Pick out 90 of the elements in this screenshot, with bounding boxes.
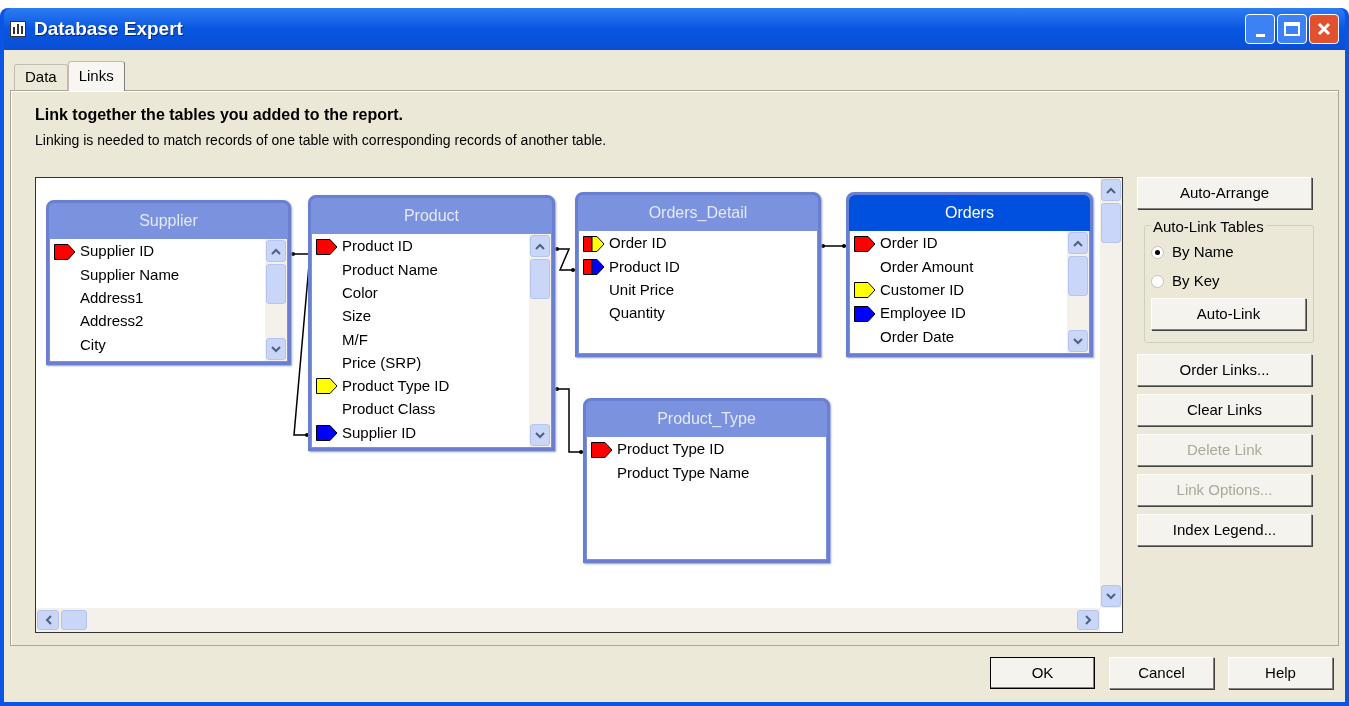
table-card[interactable]: Orders Order ID Order Amount Customer ID Employee ID Order Date — [846, 192, 1093, 357]
dialog-button[interactable]: Help — [1228, 657, 1333, 689]
key-icon — [854, 235, 876, 252]
link-line[interactable] — [291, 251, 310, 438]
key-icon — [854, 305, 876, 322]
field-row[interactable]: City — [54, 333, 265, 357]
table-title: Orders — [849, 195, 1090, 231]
link-line[interactable] — [821, 243, 846, 249]
scroll-thumb[interactable] — [1068, 256, 1088, 296]
link-line[interactable] — [555, 386, 583, 455]
scroll-down-icon[interactable] — [1068, 330, 1088, 352]
key-icon — [583, 235, 605, 252]
key-icon — [54, 243, 76, 260]
scroll-left-icon[interactable] — [37, 610, 59, 630]
field-row[interactable]: Unit Price — [583, 278, 817, 302]
field-row[interactable]: Order ID — [583, 232, 817, 256]
key-icon — [591, 441, 613, 458]
table-title: Product_Type — [586, 401, 827, 437]
tab[interactable]: Data — [14, 64, 68, 90]
key-icon — [316, 238, 338, 255]
tab[interactable]: Links — [67, 61, 125, 91]
dialog-button[interactable]: OK — [990, 657, 1095, 689]
radio-button[interactable] — [1151, 275, 1164, 288]
field-row[interactable]: Employee ID — [854, 301, 1067, 326]
field-row[interactable]: Address2 — [54, 309, 265, 334]
table-card[interactable]: Orders_Detail Order ID Product ID Unit Price Quantity — [575, 192, 821, 357]
close-icon[interactable] — [1309, 14, 1339, 44]
field-row[interactable]: Price (SRP) — [316, 351, 529, 375]
table-title: Product — [311, 198, 552, 234]
field-row[interactable]: Customer ID — [854, 278, 1067, 302]
table-card[interactable]: Supplier Supplier ID Supplier Name Address1 Address2 City — [46, 200, 291, 365]
field-row[interactable]: Product ID — [583, 255, 817, 279]
field-row[interactable]: Supplier ID — [316, 421, 529, 445]
table-scrollbar[interactable] — [1067, 231, 1089, 353]
field-row[interactable]: Supplier ID — [54, 240, 265, 264]
scroll-up-icon[interactable] — [1068, 232, 1088, 254]
field-row[interactable]: Product Type ID — [316, 374, 529, 399]
scroll-down-icon[interactable] — [266, 338, 286, 360]
table-title: Supplier — [49, 203, 288, 239]
key-icon — [316, 378, 338, 395]
field-row[interactable]: Product Class — [316, 398, 529, 422]
dialog-button[interactable]: Clear Links — [1137, 394, 1312, 426]
minimize-icon[interactable] — [1245, 14, 1275, 44]
window-title: Database Expert — [34, 16, 183, 41]
description-text: Linking is needed to match records of one table with corresponding records of another table. — [35, 131, 608, 150]
scroll-thumb[interactable] — [266, 264, 286, 304]
table-card[interactable]: Product_Type Product Type ID Product Type Name — [583, 398, 830, 563]
field-row[interactable]: Size — [316, 304, 529, 329]
canvas-hscrollbar[interactable] — [36, 608, 1100, 632]
field-row[interactable]: Product Type ID — [591, 438, 826, 462]
table-scrollbar[interactable] — [265, 239, 287, 361]
field-row[interactable]: Order ID — [854, 232, 1067, 256]
field-row[interactable]: Color — [316, 281, 529, 305]
dialog-button[interactable]: Auto-Link — [1151, 298, 1306, 330]
table-scrollbar[interactable] — [529, 234, 551, 447]
field-row[interactable]: Product ID — [316, 235, 529, 259]
scroll-thumb[interactable] — [530, 259, 550, 299]
field-row[interactable]: Order Amount — [854, 255, 1067, 279]
key-icon — [316, 425, 338, 441]
key-icon — [854, 282, 876, 299]
scroll-thumb[interactable] — [61, 610, 87, 630]
heading-text: Link together the tables you added to the report. — [35, 105, 405, 125]
field-row[interactable]: Product Type Name — [591, 461, 826, 485]
link-line[interactable] — [555, 246, 575, 273]
radio-label[interactable]: By Key — [1172, 270, 1220, 293]
scroll-up-icon[interactable] — [1101, 179, 1121, 201]
field-row[interactable]: Order Date — [854, 325, 1067, 349]
table-card[interactable]: Product Product ID Product Name Color Size M/F Price (SRP) Product Type ID Product Class Supplier ID — [308, 195, 555, 451]
field-row[interactable]: Quantity — [583, 301, 817, 326]
scroll-down-icon[interactable] — [1101, 585, 1121, 607]
scroll-right-icon[interactable] — [1077, 610, 1099, 630]
key-icon — [583, 258, 605, 275]
field-row[interactable]: Product Name — [316, 258, 529, 282]
dialog-button[interactable]: Index Legend... — [1137, 514, 1312, 546]
table-title: Orders_Detail — [578, 195, 818, 231]
app-icon — [10, 21, 26, 37]
radio-button[interactable] — [1151, 246, 1164, 259]
dialog-button[interactable]: Order Links... — [1137, 354, 1312, 386]
maximize-icon[interactable] — [1277, 14, 1307, 44]
scroll-up-icon[interactable] — [266, 240, 286, 262]
scroll-thumb[interactable] — [1101, 203, 1121, 243]
scroll-up-icon[interactable] — [530, 235, 550, 257]
scroll-down-icon[interactable] — [530, 424, 550, 446]
canvas-scrollbar[interactable] — [1100, 178, 1122, 608]
dialog-button[interactable]: Auto-Arrange — [1137, 177, 1312, 209]
dialog-button[interactable]: Cancel — [1109, 657, 1214, 689]
field-row[interactable]: Supplier Name — [54, 263, 265, 287]
radio-label[interactable]: By Name — [1172, 241, 1234, 264]
field-row[interactable]: Address1 — [54, 286, 265, 310]
field-row[interactable]: M/F — [316, 328, 529, 352]
